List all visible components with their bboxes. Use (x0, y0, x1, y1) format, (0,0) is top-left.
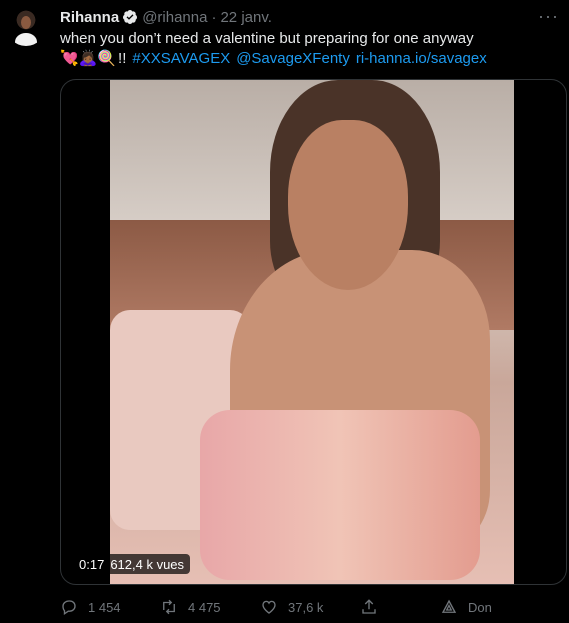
hashtag-link[interactable]: #XXSAVAGEX (132, 49, 230, 69)
tweet-date[interactable]: 22 janv. (220, 9, 271, 26)
reply-icon (62, 600, 76, 616)
share-button[interactable] (360, 598, 378, 616)
emoji-group: 💘🙇🏾‍♀️🍭 (60, 50, 117, 67)
like-count: 37,6 k (288, 599, 324, 615)
video-info-pill: 0:17 612,4 k vues (73, 554, 191, 574)
tweet-header: Rihanna @rihanna · 22 janv. (60, 7, 272, 27)
avatar-face (21, 16, 31, 29)
retweet-count: 4 475 (188, 599, 221, 615)
promote-icon (441, 599, 457, 613)
action-bar: 1 454 4 475 37,6 k Don (60, 596, 550, 618)
tweet-text: when you don’t need a valentine but prep… (60, 29, 560, 69)
heart-icon (262, 600, 276, 614)
share-icon (362, 599, 376, 614)
retweet-button[interactable]: 4 475 (160, 598, 221, 616)
verified-icon (122, 9, 138, 25)
video-player[interactable]: 0:17 612,4 k vues (60, 79, 567, 585)
tweet-text-line2: 💘🙇🏾‍♀️🍭 !! #XXSAVAGEX @SavageXFenty ri-h… (60, 49, 560, 69)
more-options-icon[interactable]: ··· (538, 6, 559, 27)
url-link[interactable]: ri-hanna.io/savagex (356, 49, 487, 69)
video-views: 612,4 k vues (110, 556, 185, 572)
video-frame[interactable] (110, 80, 514, 584)
promote-button[interactable]: Don (440, 598, 492, 616)
avatar[interactable] (6, 6, 46, 46)
retweet-icon (163, 599, 175, 615)
video-person-face (288, 120, 408, 290)
video-duration: 0:17 (79, 556, 105, 572)
author-handle[interactable]: @rihanna (142, 9, 207, 26)
like-button[interactable]: 37,6 k (260, 598, 323, 616)
author-name[interactable]: Rihanna (60, 9, 119, 26)
promote-label: Don (468, 599, 492, 615)
exclamation-text: !! (118, 50, 127, 67)
reply-count: 1 454 (88, 599, 121, 615)
reply-button[interactable]: 1 454 (60, 598, 121, 616)
video-corset (200, 410, 480, 580)
mention-link[interactable]: @SavageXFenty (236, 49, 350, 69)
header-separator: · (211, 8, 217, 26)
tweet-card[interactable]: Rihanna @rihanna · 22 janv. ··· when you… (0, 0, 569, 623)
tweet-text-line1: when you don’t need a valentine but prep… (60, 30, 474, 47)
avatar-shoulders (15, 33, 37, 46)
